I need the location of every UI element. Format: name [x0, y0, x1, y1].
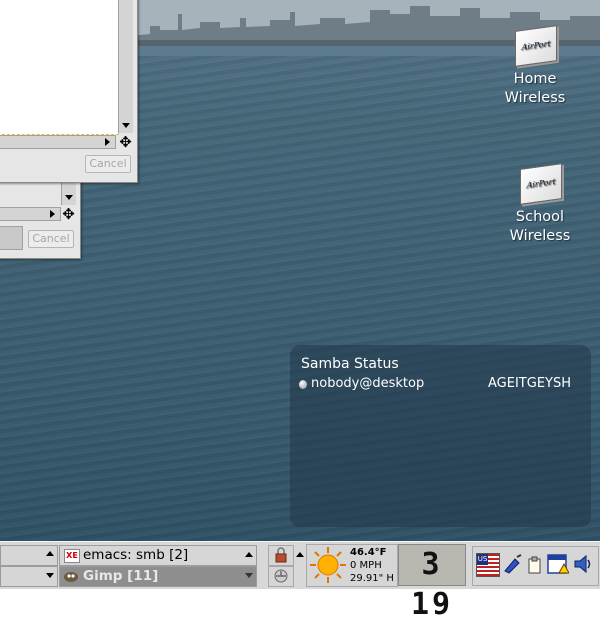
text-area[interactable] [0, 0, 119, 135]
shortcut-label-line2: Wireless [504, 90, 566, 106]
airport-card-icon: AirPort [516, 163, 564, 205]
move-icon[interactable]: ✥ [61, 207, 76, 222]
task-label: Gimp [11] [83, 568, 159, 584]
text-entry[interactable] [0, 226, 23, 250]
scroll-right-arrow[interactable] [50, 210, 55, 218]
emacs-task-menu-arrow[interactable] [245, 552, 253, 557]
keyboard-layout-flag-icon[interactable]: US [476, 553, 500, 577]
gimp-task-menu-arrow[interactable] [245, 573, 253, 578]
lock-applet[interactable] [268, 545, 294, 566]
volume-speaker-icon[interactable] [573, 553, 595, 575]
applet-scroll-arrow[interactable] [296, 552, 304, 557]
scroll-right-arrow[interactable] [105, 138, 110, 146]
shortcut-label-line1: Home [513, 71, 557, 87]
cancel-button[interactable]: Cancel [85, 155, 131, 173]
weather-wind: 0 MPH [350, 560, 382, 571]
taskbar-item-emacs[interactable]: XE emacs: smb [2] [59, 545, 257, 566]
home-wireless-shortcut[interactable]: AirPort Home Wireless [490, 25, 580, 108]
school-wireless-shortcut[interactable]: AirPort School Wireless [495, 163, 585, 246]
samba-status-title: Samba Status [301, 356, 399, 372]
vertical-scrollbar[interactable] [118, 0, 133, 133]
clock-display[interactable]: 3 19 [398, 544, 466, 622]
samba-connection-row[interactable]: nobody@desktop AGEITGEYSH [299, 376, 579, 392]
logout-applet[interactable] [268, 566, 294, 587]
horizontal-scrollbar[interactable] [0, 135, 116, 149]
shortcut-label-line2: Wireless [509, 228, 571, 244]
airport-card-icon: AirPort [511, 25, 559, 67]
lock-icon [275, 547, 287, 563]
weather-temperature: 46.4°F [350, 547, 387, 558]
weather-pressure: 29.91" H [350, 573, 394, 584]
move-icon[interactable]: ✥ [118, 135, 133, 150]
samba-status-panel: Samba Status nobody@desktop AGEITGEYSH [291, 346, 590, 526]
calendar-alert-icon[interactable] [547, 553, 569, 575]
taskbar-item-gimp[interactable]: Gimp [11] [59, 566, 257, 587]
scroll-down-arrow[interactable] [65, 195, 73, 200]
task-label: emacs: smb [2] [83, 547, 189, 563]
weather-applet[interactable]: 46.4°F 0 MPH 29.91" H [306, 544, 398, 587]
samba-user: nobody@desktop [311, 376, 425, 391]
shortcut-label-line1: School [515, 209, 565, 225]
scroll-down-arrow[interactable] [122, 123, 130, 128]
power-icon [274, 569, 288, 583]
task-menu-up-arrow[interactable] [46, 551, 54, 556]
foreground-dialog-window[interactable]: ✥ Cancel [0, 0, 138, 183]
samba-host: AGEITGEYSH [488, 376, 571, 391]
sun-icon [310, 547, 346, 583]
flag-label: US [477, 554, 488, 565]
horizontal-scrollbar[interactable] [0, 207, 61, 221]
network-plug-icon[interactable] [501, 553, 523, 575]
clipboard-icon[interactable] [527, 553, 543, 575]
task-menu-down-arrow[interactable] [46, 573, 54, 578]
cancel-button[interactable]: Cancel [28, 230, 74, 248]
gimp-icon [63, 569, 79, 583]
xemacs-icon: XE [64, 549, 80, 563]
connection-status-icon [299, 380, 307, 389]
